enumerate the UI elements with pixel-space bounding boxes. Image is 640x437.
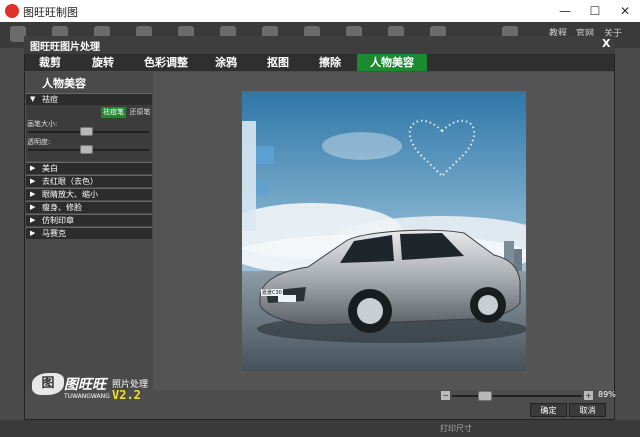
section-label: 瘦身、修脸: [42, 203, 82, 212]
app-logo-icon: [5, 4, 19, 18]
dialog-close-button[interactable]: X: [602, 37, 610, 50]
app-statusbar: 打印尺寸: [0, 420, 640, 437]
app-title: 图旺旺制图: [23, 6, 78, 19]
photo-preview[interactable]: 嘉景C30: [242, 91, 526, 371]
opacity-label: 透明度:: [27, 138, 51, 146]
cancel-button[interactable]: 取消: [569, 403, 606, 417]
chevron-down-icon: ▼: [30, 95, 36, 103]
section-label: 马赛克: [42, 229, 66, 238]
panel-header: 人物美容: [26, 72, 153, 93]
section-mosaic[interactable]: ▶ 马赛克: [26, 227, 152, 239]
brush-size-handle[interactable]: [80, 127, 94, 136]
print-size-label: 打印尺寸: [440, 424, 472, 433]
tab-crop[interactable]: 裁剪: [27, 54, 73, 71]
brand-english: TUWANGWANG: [64, 393, 110, 400]
section-clone-stamp[interactable]: ▶ 仿制印章: [26, 214, 152, 226]
chevron-right-icon: ▶: [30, 216, 36, 224]
ok-button[interactable]: 确定: [530, 403, 567, 417]
zoom-handle[interactable]: [477, 391, 492, 401]
zoom-slider[interactable]: [452, 395, 582, 397]
plate-badge: 嘉景C30: [261, 289, 283, 296]
tab-color-adjust[interactable]: 色彩调整: [138, 54, 194, 71]
zoom-value: 89%: [598, 390, 616, 399]
tab-erase[interactable]: 擦除: [310, 54, 350, 71]
app-side-left: [0, 48, 24, 437]
section-slim-face[interactable]: ▶ 瘦身、修脸: [26, 201, 152, 213]
section-eye-resize[interactable]: ▶ 眼睛放大、缩小: [26, 188, 152, 200]
tab-doodle[interactable]: 涂鸦: [206, 54, 246, 71]
chevron-right-icon: ▶: [30, 229, 36, 237]
panel-title: 人物美容: [42, 77, 86, 90]
opacity-handle[interactable]: [80, 145, 94, 154]
restore-brush-button[interactable]: 还原笔: [128, 107, 152, 118]
dialog-title: 图旺旺图片处理: [30, 42, 100, 53]
section-whiten[interactable]: ▶ 美白: [26, 162, 152, 174]
section-label: 美白: [42, 164, 58, 173]
car-photo: [242, 91, 526, 371]
maximize-button[interactable]: ☐: [580, 0, 610, 22]
chevron-right-icon: ▶: [30, 203, 36, 211]
zoom-out-button[interactable]: −: [441, 391, 450, 400]
acne-brush-button[interactable]: 祛痘笔: [101, 107, 126, 118]
section-label: 祛痘: [42, 95, 58, 104]
dialog-titlebar: [24, 36, 615, 54]
section-label: 眼睛放大、缩小: [42, 190, 98, 199]
app-titlebar: [0, 0, 640, 22]
window-close-button[interactable]: ✕: [610, 0, 640, 22]
zoom-in-button[interactable]: +: [584, 391, 593, 400]
chevron-right-icon: ▶: [30, 190, 36, 198]
tab-cutout[interactable]: 抠图: [258, 54, 298, 71]
app-side-right: [614, 48, 640, 437]
brand-name: 图旺旺: [64, 377, 106, 393]
brand-logo-icon: 图: [32, 373, 64, 395]
section-label: 去红眼（去色）: [42, 177, 98, 186]
tab-rotate[interactable]: 旋转: [80, 54, 126, 71]
chevron-right-icon: ▶: [30, 177, 36, 185]
tab-portrait-beauty[interactable]: 人物美容: [357, 54, 427, 71]
section-red-eye[interactable]: ▶ 去红眼（去色）: [26, 175, 152, 187]
minimize-button[interactable]: —: [550, 0, 580, 22]
brand-version: V2.2: [112, 388, 141, 402]
section-acne-header[interactable]: ▼ 祛痘: [26, 93, 152, 105]
brush-size-label: 画笔大小:: [27, 120, 58, 128]
chevron-right-icon: ▶: [30, 164, 36, 172]
section-label: 仿制印章: [42, 216, 74, 225]
